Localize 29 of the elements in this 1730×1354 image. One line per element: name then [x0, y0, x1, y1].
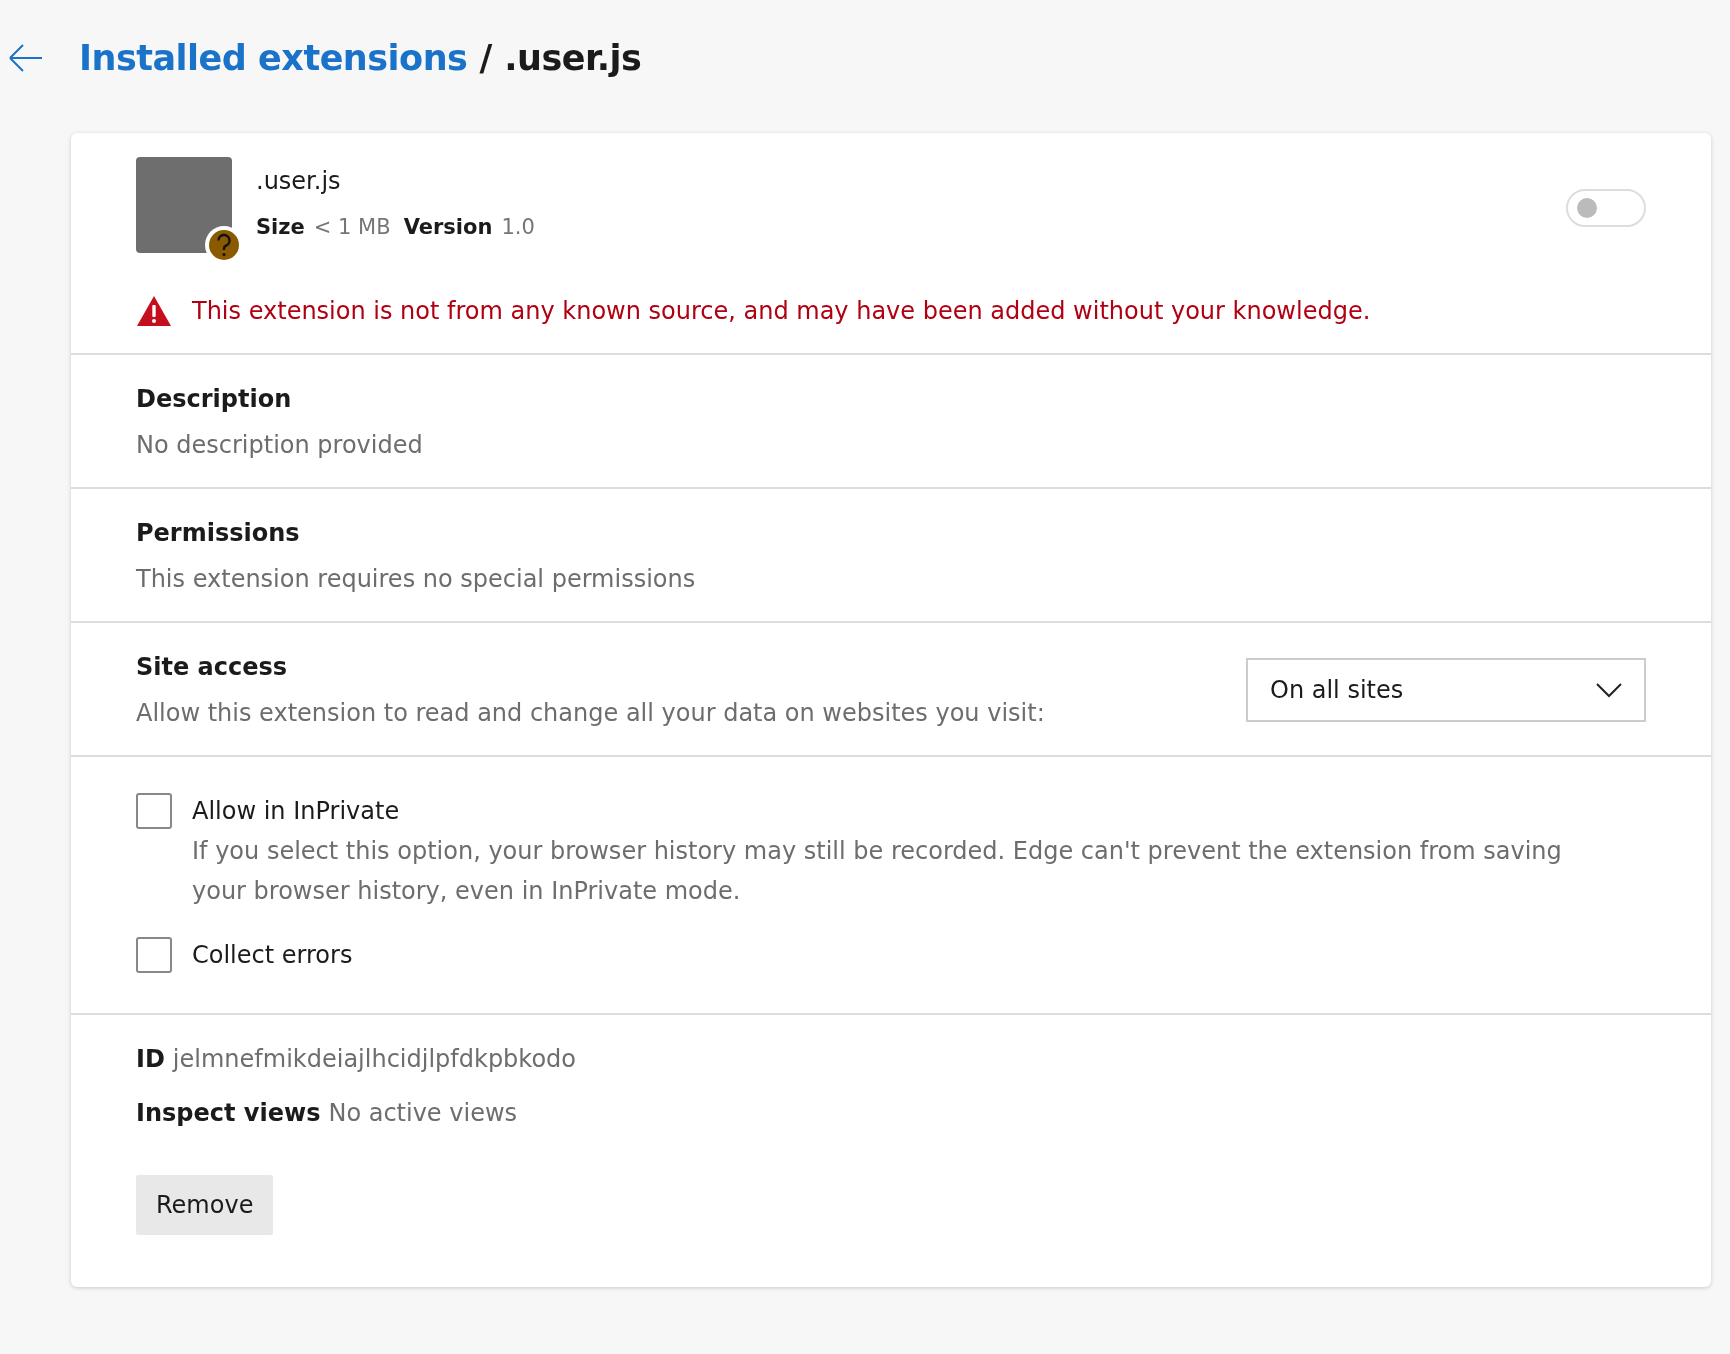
section-text: No description provided — [136, 431, 424, 459]
site-access-dropdown[interactable]: On all sites — [1246, 658, 1646, 722]
detail-label: ID — [136, 1045, 165, 1073]
option-label: Allow in InPrivate — [192, 796, 401, 827]
breadcrumb-separator: / — [479, 37, 493, 78]
extension-name: .user.js — [256, 167, 342, 195]
version-label: Version — [403, 215, 493, 239]
warning-icon — [136, 295, 172, 327]
breadcrumb-link[interactable]: Installed extensions — [79, 37, 468, 78]
detail-value: jelmnefmikdeiajlhcidjlpfdkpbkodo — [172, 1045, 576, 1073]
section-text: This extension requires no special permissions — [136, 565, 697, 593]
size-value: < 1 MB — [313, 215, 391, 239]
section-heading: Permissions — [136, 519, 301, 547]
size-label: Size — [256, 215, 305, 239]
version-value: 1.0 — [501, 215, 535, 239]
option-note: If you select this option, your browser history may still be recorded. Edge can't prevent the extension from saving your browser history, even in InPrivate mode. — [192, 836, 1563, 907]
enable-toggle[interactable] — [1566, 189, 1646, 227]
checkbox[interactable] — [136, 937, 172, 973]
detail-value: No active views — [328, 1099, 518, 1127]
page-title: .user.js — [504, 37, 642, 78]
section-heading: Site access — [136, 653, 289, 681]
detail-label: Inspect views — [136, 1099, 321, 1127]
section-heading: Description — [136, 385, 293, 413]
extension-icon — [136, 157, 232, 253]
section-text: Allow this extension to read and change all your data on websites you visit: — [136, 699, 1046, 727]
remove-button[interactable]: Remove — [136, 1175, 274, 1235]
checkbox[interactable] — [136, 793, 172, 829]
option-label: Collect errors — [192, 940, 353, 971]
warning-message: This extension is not from any known source, and may have been added without your knowledge. — [192, 297, 1371, 325]
